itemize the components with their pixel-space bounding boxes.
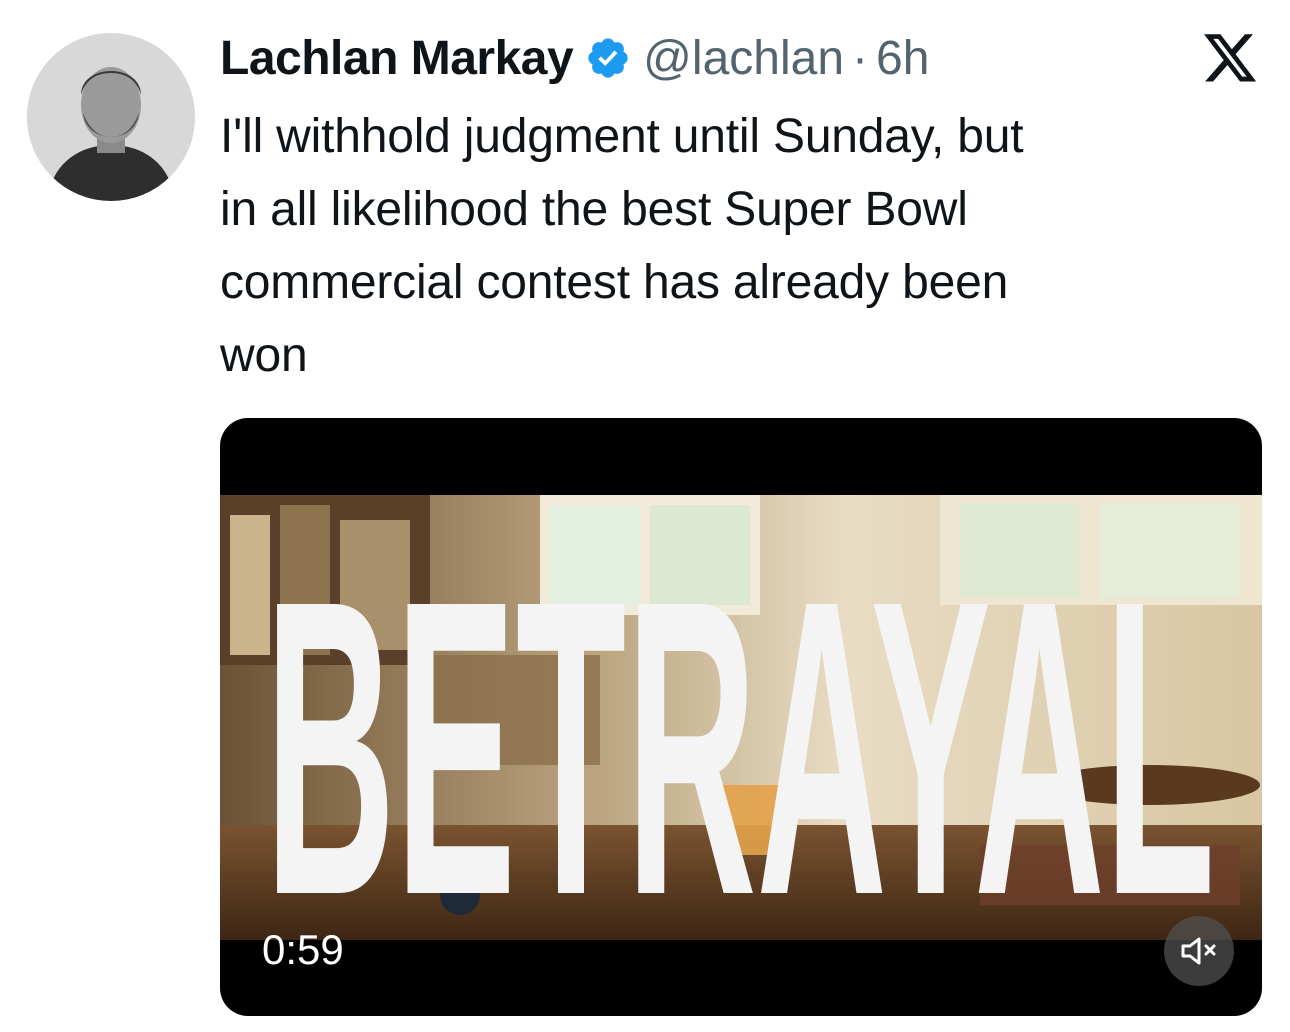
video-player[interactable]: BETRAYAL 0:59: [220, 418, 1262, 1016]
tweet-text-line: in all likelihood the best Super Bowl: [220, 183, 968, 236]
mute-button[interactable]: [1164, 916, 1234, 986]
tweet-timestamp[interactable]: 6h: [876, 31, 929, 86]
separator-dot: ·: [852, 31, 868, 85]
verified-badge-icon: [588, 38, 628, 78]
muted-speaker-icon: [1181, 937, 1216, 965]
tweet-text-line: I'll withhold judgment until Sunday, but: [220, 110, 1024, 163]
tweet-card: Lachlan Markay @lachlan · 6h I'll withho…: [0, 0, 1290, 1032]
x-logo-icon[interactable]: [1204, 34, 1258, 84]
tweet-text: I'll withhold judgment until Sunday, but…: [220, 100, 1230, 392]
video-duration: 0:59: [262, 926, 344, 973]
tweet-header: Lachlan Markay @lachlan · 6h: [220, 28, 929, 88]
betrayal-title-overlay: BETRAYAL: [265, 563, 1215, 903]
tweet-text-line: won: [220, 329, 308, 382]
author-handle[interactable]: @lachlan: [643, 31, 844, 86]
betrayal-title-text: BETRAYAL: [265, 563, 1215, 903]
author-avatar[interactable]: [27, 33, 195, 201]
avatar-photo-icon: [27, 33, 195, 201]
author-name[interactable]: Lachlan Markay: [220, 31, 574, 86]
tweet-text-line: commercial contest has already been: [220, 256, 1009, 309]
